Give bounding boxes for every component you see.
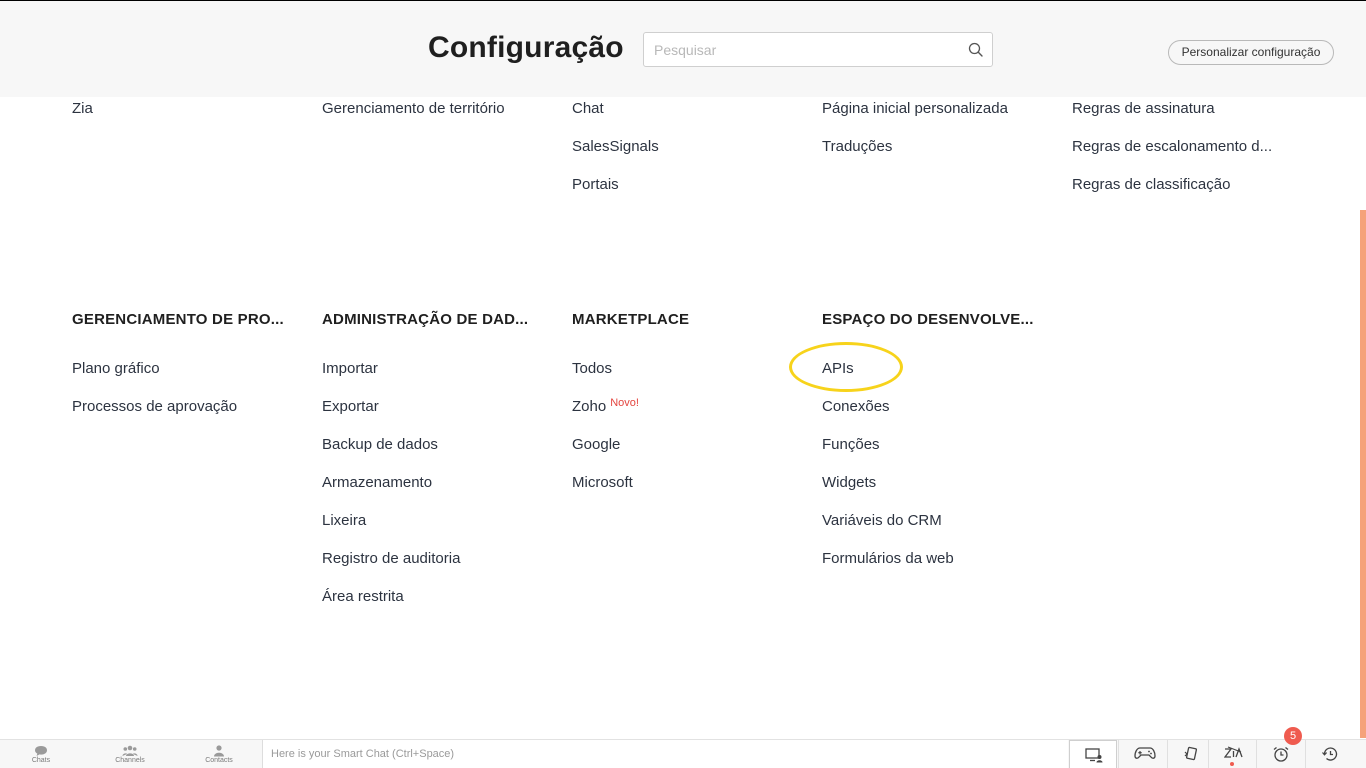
setting-link-territory-management[interactable]: Gerenciamento de território <box>322 100 505 117</box>
apis-highlight-circle <box>789 342 903 392</box>
setting-link-approval-processes[interactable]: Processos de aprovação <box>72 398 237 415</box>
setting-link-zia[interactable]: Zia <box>72 100 93 117</box>
smart-chat-input[interactable] <box>263 740 1053 768</box>
games-button[interactable] <box>1118 740 1166 768</box>
contacts-button[interactable]: Contacts <box>184 740 254 768</box>
setting-link-chat[interactable]: Chat <box>572 100 604 117</box>
history-icon <box>1322 747 1338 761</box>
sync-icon <box>1184 746 1198 761</box>
alarm-clock-icon <box>1273 746 1289 762</box>
screen-share-button[interactable] <box>1069 740 1117 768</box>
channels-label: Channels <box>115 757 145 764</box>
chat-bubble-icon <box>35 746 47 756</box>
setting-link-scoring-rules[interactable]: Regras de classificação <box>1072 176 1230 193</box>
settings-header: Configuração Personalizar configuração <box>0 1 1366 97</box>
setting-link-widgets[interactable]: Widgets <box>822 474 876 491</box>
zoho-label: Zoho <box>572 398 607 415</box>
search-input[interactable] <box>644 33 954 66</box>
setting-link-web-forms[interactable]: Formulários da web <box>822 550 954 567</box>
scrollbar-thumb[interactable] <box>1360 210 1366 738</box>
setting-link-sandbox[interactable]: Área restrita <box>322 588 404 605</box>
section-heading-process-management: GERENCIAMENTO DE PRO... <box>72 311 284 328</box>
section-heading-marketplace: MARKETPLACE <box>572 311 690 328</box>
person-icon <box>214 745 224 757</box>
screen-share-icon <box>1085 748 1103 763</box>
setting-link-portals[interactable]: Portais <box>572 176 619 193</box>
personalize-settings-button[interactable]: Personalizar configuração <box>1168 40 1334 65</box>
chats-button[interactable]: Chats <box>6 740 76 768</box>
setting-link-signature-rules[interactable]: Regras de assinatura <box>1072 100 1215 117</box>
setting-link-custom-home-page[interactable]: Página inicial personalizada <box>822 100 1008 117</box>
setting-link-connections[interactable]: Conexões <box>822 398 890 415</box>
setting-link-blueprint[interactable]: Plano gráfico <box>72 360 160 377</box>
setting-link-salessignals[interactable]: SalesSignals <box>572 138 659 155</box>
setting-link-escalation-rules[interactable]: Regras de escalonamento d... <box>1072 138 1272 155</box>
channels-button[interactable]: Channels <box>95 740 165 768</box>
smart-chat-bar[interactable] <box>262 740 1068 768</box>
setting-link-audit-log[interactable]: Registro de auditoria <box>322 550 460 567</box>
bottom-bar: Chats Channels Contacts <box>0 739 1366 768</box>
zia-notification-dot <box>1230 762 1234 766</box>
reminders-button[interactable] <box>1256 740 1304 768</box>
setting-link-translations[interactable]: Traduções <box>822 138 892 155</box>
gamepad-icon <box>1134 747 1156 759</box>
notification-count-badge: 5 <box>1284 727 1302 745</box>
page-title: Configuração <box>428 31 624 64</box>
setting-link-marketplace-google[interactable]: Google <box>572 436 620 453</box>
setting-link-marketplace-zoho[interactable]: Zoho Novo! <box>572 397 639 415</box>
setting-link-recycle-bin[interactable]: Lixeira <box>322 512 366 529</box>
chats-label: Chats <box>31 757 51 764</box>
contacts-label: Contacts <box>205 757 233 764</box>
setting-link-marketplace-all[interactable]: Todos <box>572 360 612 377</box>
group-icon <box>122 745 138 756</box>
new-badge: Novo! <box>610 397 639 409</box>
setting-link-crm-variables[interactable]: Variáveis do CRM <box>822 512 942 529</box>
section-heading-data-administration: ADMINISTRAÇÃO DE DAD... <box>322 311 529 328</box>
setting-link-data-backup[interactable]: Backup de dados <box>322 436 438 453</box>
zia-icon <box>1224 746 1243 758</box>
setting-link-storage[interactable]: Armazenamento <box>322 474 432 491</box>
setting-link-functions[interactable]: Funções <box>822 436 880 453</box>
setting-link-marketplace-microsoft[interactable]: Microsoft <box>572 474 633 491</box>
search-box[interactable] <box>643 32 993 67</box>
search-icon[interactable] <box>967 41 985 59</box>
setting-link-import[interactable]: Importar <box>322 360 378 377</box>
section-heading-developer-space: ESPAÇO DO DESENVOLVE... <box>822 311 1034 328</box>
setting-link-export[interactable]: Exportar <box>322 398 379 415</box>
history-button[interactable] <box>1305 740 1353 768</box>
